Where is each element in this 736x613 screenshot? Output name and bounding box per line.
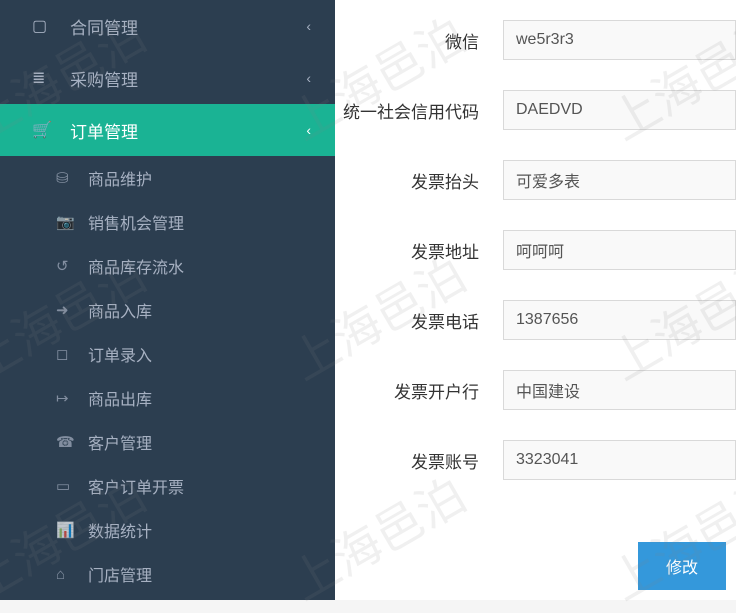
sidebar-sub-label: 门店管理 bbox=[88, 562, 152, 586]
form-label: 微信 bbox=[335, 28, 503, 53]
arrow-in-icon: ➜ bbox=[56, 301, 78, 319]
arrow-out-icon: ↦ bbox=[56, 389, 78, 407]
sidebar-sub-invoice[interactable]: ▭ 客户订单开票 bbox=[0, 464, 335, 508]
sidebar-sub-stock-out[interactable]: ↦ 商品出库 bbox=[0, 376, 335, 420]
sidebar-sub-label: 客户管理 bbox=[88, 430, 152, 454]
edit-button[interactable]: 修改 bbox=[638, 542, 726, 590]
chevron-left-icon: ‹ bbox=[306, 70, 311, 86]
card-icon: ▭ bbox=[56, 477, 78, 495]
form-label: 发票账号 bbox=[335, 448, 503, 473]
sidebar-sub-product[interactable]: ⛁ 商品维护 bbox=[0, 156, 335, 200]
button-bar: 修改 bbox=[628, 532, 736, 600]
database-icon: ⛁ bbox=[56, 169, 78, 187]
bookmark-icon: ◻ bbox=[56, 345, 78, 363]
form-label: 统一社会信用代码 bbox=[335, 98, 503, 123]
sidebar-item-label: 订单管理 bbox=[70, 118, 138, 143]
content-panel: 微信 统一社会信用代码 发票抬头 发票地址 发票电话 发票开户行 发票账号 修改 bbox=[335, 0, 736, 600]
invoice-title-input[interactable] bbox=[503, 160, 736, 200]
wechat-input[interactable] bbox=[503, 20, 736, 60]
form-row-wechat: 微信 bbox=[335, 20, 736, 60]
invoice-account-input[interactable] bbox=[503, 440, 736, 480]
form-label: 发票抬头 bbox=[335, 168, 503, 193]
chevron-left-icon: ‹ bbox=[306, 122, 311, 138]
phone-icon: ☎ bbox=[56, 433, 78, 451]
sidebar-sub-store[interactable]: ⌂ 门店管理 bbox=[0, 552, 335, 596]
sidebar-item-contract[interactable]: ▢ 合同管理 ‹ bbox=[0, 0, 335, 52]
invoice-address-input[interactable] bbox=[503, 230, 736, 270]
form-label: 发票地址 bbox=[335, 238, 503, 263]
invoice-bank-input[interactable] bbox=[503, 370, 736, 410]
sidebar-sub-label: 商品出库 bbox=[88, 386, 152, 410]
list-icon: ≣ bbox=[32, 68, 56, 88]
form-row-invoice-phone: 发票电话 bbox=[335, 300, 736, 340]
camera-icon: 📷 bbox=[56, 213, 78, 231]
file-icon: ▢ bbox=[32, 16, 56, 36]
form-row-invoice-address: 发票地址 bbox=[335, 230, 736, 270]
sidebar-sub-label: 客户订单开票 bbox=[88, 474, 184, 498]
invoice-phone-input[interactable] bbox=[503, 300, 736, 340]
sidebar-item-label: 采购管理 bbox=[70, 66, 138, 91]
sidebar: ▢ 合同管理 ‹ ≣ 采购管理 ‹ 🛒 订单管理 ‹ ⛁ 商品维护 📷 销售机会… bbox=[0, 0, 335, 600]
sidebar-sub-stock-flow[interactable]: ↺ 商品库存流水 bbox=[0, 244, 335, 288]
sidebar-sub-label: 商品库存流水 bbox=[88, 254, 184, 278]
form-row-invoice-title: 发票抬头 bbox=[335, 160, 736, 200]
chart-icon: 📊 bbox=[56, 521, 78, 539]
sidebar-item-label: 合同管理 bbox=[70, 14, 138, 39]
cart-icon: 🛒 bbox=[32, 120, 56, 140]
sidebar-sub-sales[interactable]: 📷 销售机会管理 bbox=[0, 200, 335, 244]
home-icon: ⌂ bbox=[56, 566, 78, 583]
sidebar-sub-label: 数据统计 bbox=[88, 518, 152, 542]
form-row-credit-code: 统一社会信用代码 bbox=[335, 90, 736, 130]
form-label: 发票电话 bbox=[335, 308, 503, 333]
chevron-left-icon: ‹ bbox=[306, 18, 311, 34]
sidebar-sub-customer[interactable]: ☎ 客户管理 bbox=[0, 420, 335, 464]
credit-code-input[interactable] bbox=[503, 90, 736, 130]
sidebar-sub-label: 商品入库 bbox=[88, 298, 152, 322]
form-row-invoice-account: 发票账号 bbox=[335, 440, 736, 480]
sidebar-sub-stock-in[interactable]: ➜ 商品入库 bbox=[0, 288, 335, 332]
sidebar-sub-label: 销售机会管理 bbox=[88, 210, 184, 234]
sidebar-sub-stats[interactable]: 📊 数据统计 bbox=[0, 508, 335, 552]
sidebar-item-order[interactable]: 🛒 订单管理 ‹ bbox=[0, 104, 335, 156]
sidebar-sub-order-entry[interactable]: ◻ 订单录入 bbox=[0, 332, 335, 376]
sidebar-sub-label: 商品维护 bbox=[88, 166, 152, 190]
refresh-icon: ↺ bbox=[56, 257, 78, 275]
form-row-invoice-bank: 发票开户行 bbox=[335, 370, 736, 410]
sidebar-sub-label: 订单录入 bbox=[88, 342, 152, 366]
sidebar-item-purchase[interactable]: ≣ 采购管理 ‹ bbox=[0, 52, 335, 104]
form-label: 发票开户行 bbox=[335, 378, 503, 403]
